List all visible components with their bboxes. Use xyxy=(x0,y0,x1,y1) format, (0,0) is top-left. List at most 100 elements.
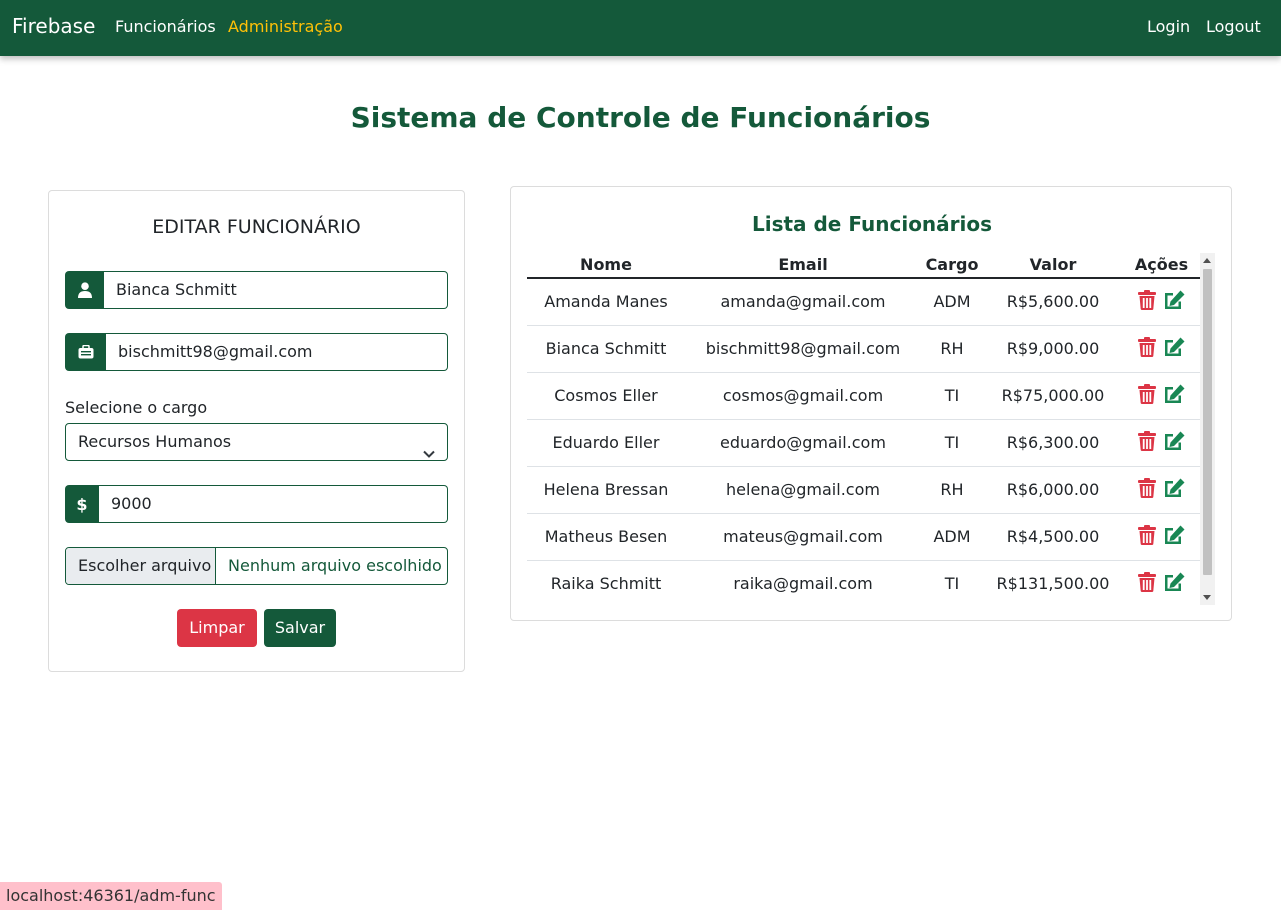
table-row: Helena Bressan helena@gmail.com RH R$6,000.… xyxy=(527,466,1200,514)
name-input-group: Bianca Schmitt xyxy=(65,271,448,309)
cell-cargo: TI xyxy=(921,372,983,420)
table-row: Raika Schmitt raika@gmail.com TI R$131,500.… xyxy=(527,560,1200,605)
cell-cargo: RH xyxy=(921,466,983,514)
file-status-text: Nenhum arquivo escolhido xyxy=(228,556,442,575)
row-actions xyxy=(1123,524,1200,549)
column-header-acoes: Ações xyxy=(1123,253,1200,279)
edit-icon[interactable] xyxy=(1162,384,1185,408)
cell-valor: R$5,600.00 xyxy=(983,278,1123,326)
cell-cargo: TI xyxy=(921,419,983,467)
page-title: Sistema de Controle de Funcionários xyxy=(350,101,931,134)
list-title: Lista de Funcionários xyxy=(751,212,993,236)
table-scrollbar[interactable] xyxy=(1200,253,1215,605)
nav-link-logout[interactable]: Logout xyxy=(1206,17,1261,36)
column-header-nome: Nome xyxy=(527,253,685,279)
cell-nome: Helena Bressan xyxy=(527,466,685,514)
cell-email: eduardo@gmail.com xyxy=(685,419,921,467)
chevron-down-icon xyxy=(423,436,435,472)
table-row: Eduardo Eller eduardo@gmail.com TI R$6,300.… xyxy=(527,419,1200,467)
salary-input-group: $ 9000 xyxy=(65,485,448,523)
cell-cargo: ADM xyxy=(921,513,983,561)
cell-email: raika@gmail.com xyxy=(685,560,921,605)
edit-icon[interactable] xyxy=(1162,431,1185,455)
edit-employee-card: EDITAR FUNCIONÁRIO Bianca Schmitt bischm… xyxy=(48,190,465,672)
cell-email: cosmos@gmail.com xyxy=(685,372,921,420)
id-badge-icon xyxy=(65,333,106,371)
trash-icon[interactable] xyxy=(1138,477,1156,502)
employee-list-card: Lista de Funcionários Nome Email Cargo V… xyxy=(510,186,1232,621)
cell-cargo: ADM xyxy=(921,278,983,326)
save-button[interactable]: Salvar xyxy=(264,609,336,647)
cell-acoes xyxy=(1123,419,1200,467)
row-actions xyxy=(1123,336,1200,361)
cell-acoes xyxy=(1123,513,1200,561)
clear-button[interactable]: Limpar xyxy=(177,609,257,647)
edit-icon[interactable] xyxy=(1162,290,1185,314)
employee-table-body: Amanda Manes amanda@gmail.com ADM R$5,600.0… xyxy=(527,278,1200,605)
cell-nome: Raika Schmitt xyxy=(527,560,685,605)
row-actions xyxy=(1123,383,1200,408)
cell-acoes xyxy=(1123,560,1200,605)
trash-icon[interactable] xyxy=(1138,571,1156,596)
column-header-valor: Valor xyxy=(983,253,1123,279)
cargo-select-value: Recursos Humanos xyxy=(78,432,232,451)
file-input[interactable]: Escolher arquivo Nenhum arquivo escolhid… xyxy=(65,547,448,585)
choose-file-button[interactable]: Escolher arquivo xyxy=(66,548,216,584)
name-input[interactable]: Bianca Schmitt xyxy=(104,271,448,309)
cell-valor: R$4,500.00 xyxy=(983,513,1123,561)
cell-acoes xyxy=(1123,278,1200,326)
cell-acoes xyxy=(1123,466,1200,514)
row-actions xyxy=(1123,289,1200,314)
nav-link-funcionarios[interactable]: Funcionários xyxy=(115,17,216,36)
employee-table: Nome Email Cargo Valor Ações Amanda Mane… xyxy=(527,253,1200,605)
form-title: EDITAR FUNCIONÁRIO xyxy=(152,216,361,238)
trash-icon[interactable] xyxy=(1138,430,1156,455)
scroll-up-arrow[interactable] xyxy=(1203,258,1211,263)
table-row: Bianca Schmitt bischmitt98@gmail.com RH R$9… xyxy=(527,325,1200,373)
cell-nome: Matheus Besen xyxy=(527,513,685,561)
table-row: Cosmos Eller cosmos@gmail.com TI R$75,000.0… xyxy=(527,372,1200,420)
status-bar-url: localhost:46361/adm-func xyxy=(0,882,222,910)
row-actions xyxy=(1123,430,1200,455)
trash-icon[interactable] xyxy=(1138,383,1156,408)
salary-input[interactable]: 9000 xyxy=(99,485,448,523)
email-input-group: bischmitt98@gmail.com xyxy=(65,333,448,371)
cell-valor: R$131,500.00 xyxy=(983,560,1123,605)
cell-valor: R$6,000.00 xyxy=(983,466,1123,514)
scroll-thumb[interactable] xyxy=(1203,269,1212,575)
nav-link-administracao[interactable]: Administração xyxy=(228,17,343,36)
edit-icon[interactable] xyxy=(1162,572,1185,596)
cargo-select[interactable]: Recursos Humanos xyxy=(65,423,448,461)
scroll-down-arrow[interactable] xyxy=(1203,595,1211,600)
trash-icon[interactable] xyxy=(1138,289,1156,314)
cell-email: bischmitt98@gmail.com xyxy=(685,325,921,373)
edit-icon[interactable] xyxy=(1162,525,1185,549)
nav-link-login[interactable]: Login xyxy=(1147,17,1190,36)
cell-email: amanda@gmail.com xyxy=(685,278,921,326)
table-row: Amanda Manes amanda@gmail.com ADM R$5,600.0… xyxy=(527,278,1200,326)
edit-icon[interactable] xyxy=(1162,337,1185,361)
user-icon xyxy=(65,271,104,309)
column-header-email: Email xyxy=(685,253,921,279)
brand-link[interactable]: Firebase xyxy=(12,14,95,38)
cell-nome: Amanda Manes xyxy=(527,278,685,326)
edit-icon[interactable] xyxy=(1162,478,1185,502)
cell-valor: R$6,300.00 xyxy=(983,419,1123,467)
cell-cargo: TI xyxy=(921,560,983,605)
row-actions xyxy=(1123,477,1200,502)
top-navbar: Firebase Funcionários Administração Logi… xyxy=(0,0,1281,56)
select-label: Selecione o cargo xyxy=(65,398,208,417)
cell-cargo: RH xyxy=(921,325,983,373)
cell-acoes xyxy=(1123,325,1200,373)
cell-nome: Eduardo Eller xyxy=(527,419,685,467)
cell-nome: Cosmos Eller xyxy=(527,372,685,420)
cell-nome: Bianca Schmitt xyxy=(527,325,685,373)
cell-acoes xyxy=(1123,372,1200,420)
email-field[interactable]: bischmitt98@gmail.com xyxy=(106,333,448,371)
trash-icon[interactable] xyxy=(1138,524,1156,549)
column-header-cargo: Cargo xyxy=(921,253,983,279)
dollar-icon: $ xyxy=(65,485,99,523)
table-row: Matheus Besen mateus@gmail.com ADM R$4,500.… xyxy=(527,513,1200,561)
trash-icon[interactable] xyxy=(1138,336,1156,361)
cell-valor: R$75,000.00 xyxy=(983,372,1123,420)
